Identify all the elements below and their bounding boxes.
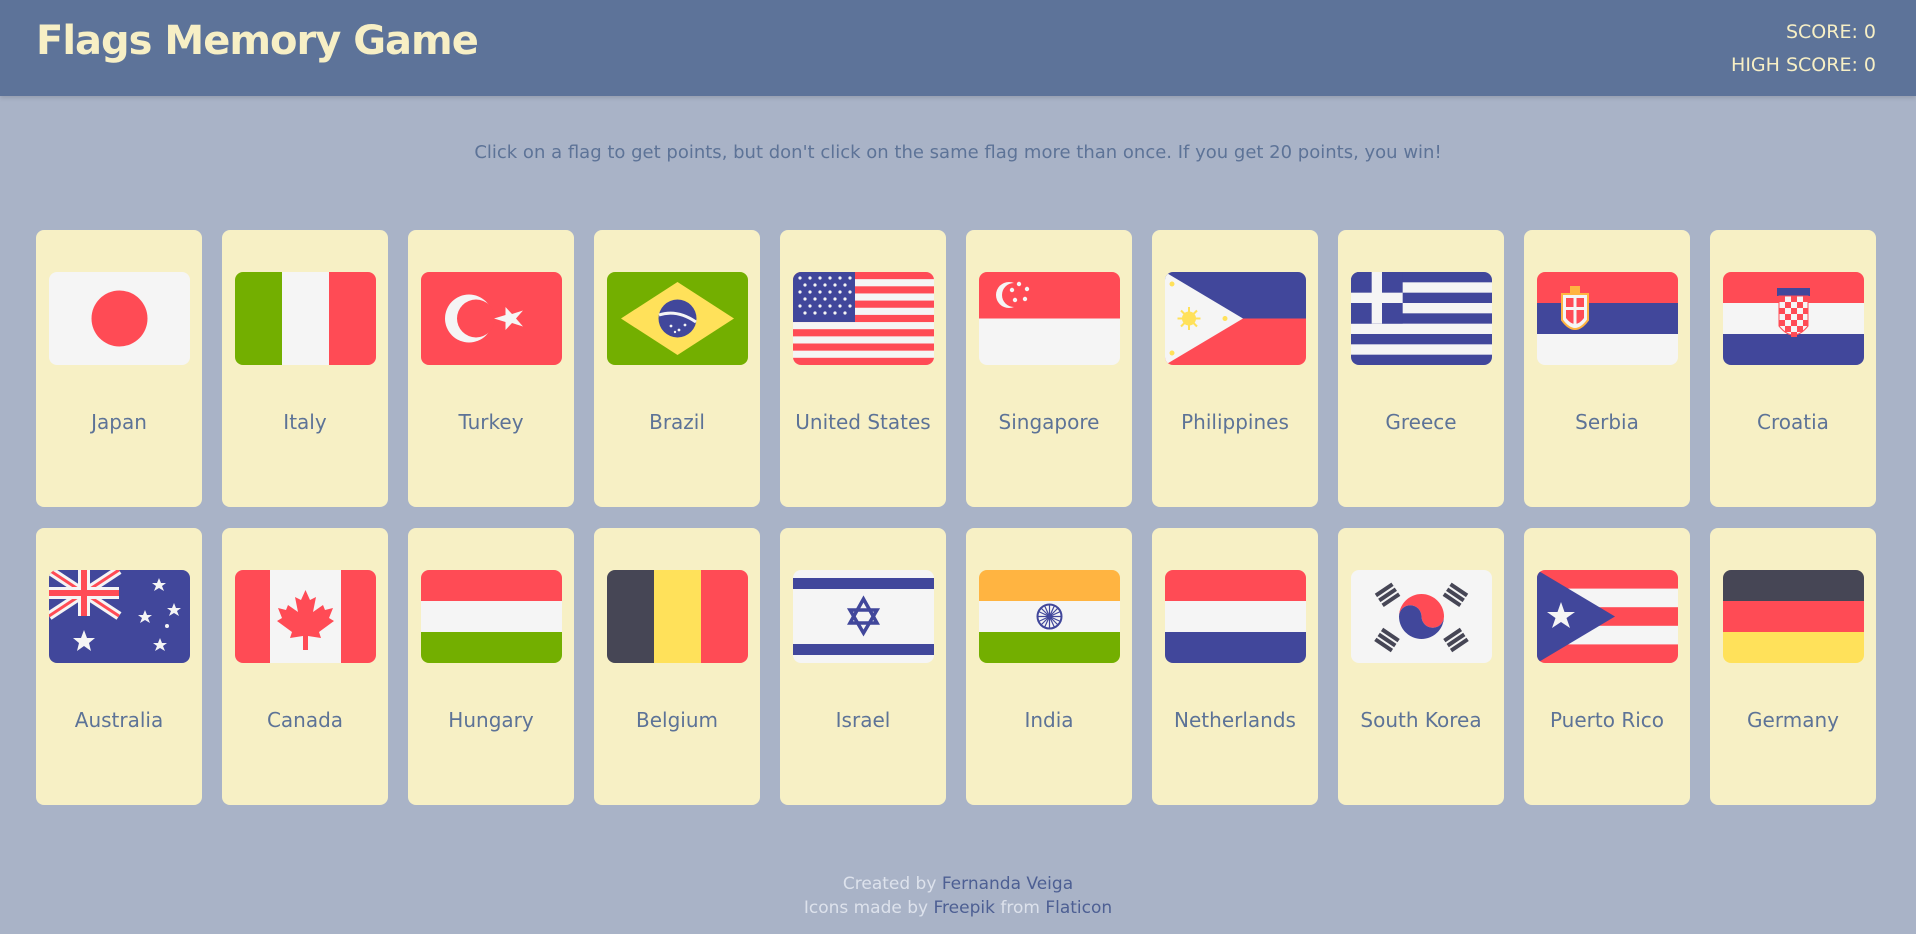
flag-card-label: Croatia bbox=[1757, 410, 1829, 434]
high-score-label: HIGH SCORE: 0 bbox=[1731, 54, 1876, 76]
flag-card-croatia[interactable]: Croatia bbox=[1710, 230, 1876, 507]
footer-credit-line: Created by Fernanda Veiga bbox=[0, 872, 1916, 896]
flag-card-label: Puerto Rico bbox=[1549, 708, 1665, 732]
flag-card-label: Greece bbox=[1385, 410, 1457, 434]
flag-card-label: Japan bbox=[91, 410, 147, 434]
flaticon-link[interactable]: Flaticon bbox=[1045, 898, 1112, 918]
flag-card-label: Philippines bbox=[1181, 410, 1289, 434]
flag-card-south-korea[interactable]: South Korea bbox=[1338, 528, 1504, 805]
score-panel: SCORE: 0 HIGH SCORE: 0 bbox=[1731, 16, 1876, 82]
flag-card-label: Serbia bbox=[1575, 410, 1639, 434]
united-states-flag-icon bbox=[793, 272, 934, 365]
flag-card-label: Belgium bbox=[636, 708, 718, 732]
flag-card-united-states[interactable]: United States bbox=[780, 230, 946, 507]
page-title: Flags Memory Game bbox=[36, 18, 479, 64]
flag-card-label: Turkey bbox=[458, 410, 524, 434]
flag-card-germany[interactable]: Germany bbox=[1710, 528, 1876, 805]
puerto-rico-flag-icon bbox=[1537, 570, 1678, 663]
israel-flag-icon bbox=[793, 570, 934, 663]
flag-card-canada[interactable]: Canada bbox=[222, 528, 388, 805]
flag-card-label: South Korea bbox=[1360, 708, 1482, 732]
hungary-flag-icon bbox=[421, 570, 562, 663]
flag-card-singapore[interactable]: Singapore bbox=[966, 230, 1132, 507]
flag-card-greece[interactable]: Greece bbox=[1338, 230, 1504, 507]
flag-card-label: Brazil bbox=[649, 410, 705, 434]
germany-flag-icon bbox=[1723, 570, 1864, 663]
india-flag-icon bbox=[979, 570, 1120, 663]
app-header: Flags Memory Game SCORE: 0 HIGH SCORE: 0 bbox=[0, 0, 1916, 96]
flag-card-label: United States bbox=[795, 410, 931, 434]
south-korea-flag-icon bbox=[1351, 570, 1492, 663]
flag-card-serbia[interactable]: Serbia bbox=[1524, 230, 1690, 507]
footer-icons-prefix: Icons made by bbox=[803, 898, 929, 918]
turkey-flag-icon bbox=[421, 272, 562, 365]
footer-created-prefix: Created by bbox=[842, 874, 937, 894]
flag-card-label: Germany bbox=[1747, 708, 1839, 732]
instructions-text: Click on a flag to get points, but don't… bbox=[474, 142, 1442, 163]
italy-flag-icon bbox=[235, 272, 376, 365]
flag-card-label: Singapore bbox=[998, 410, 1100, 434]
australia-flag-icon bbox=[49, 570, 190, 663]
flag-card-brazil[interactable]: Brazil bbox=[594, 230, 760, 507]
footer-icons-from: from bbox=[1000, 898, 1040, 918]
flag-card-japan[interactable]: Japan bbox=[36, 230, 202, 507]
canada-flag-icon bbox=[235, 570, 376, 663]
flag-card-philippines[interactable]: Philippines bbox=[1152, 230, 1318, 507]
brazil-flag-icon bbox=[607, 272, 748, 365]
flag-card-turkey[interactable]: Turkey bbox=[408, 230, 574, 507]
flag-card-label: Netherlands bbox=[1174, 708, 1296, 732]
score-label: SCORE: 0 bbox=[1785, 21, 1876, 43]
flag-card-india[interactable]: India bbox=[966, 528, 1132, 805]
greece-flag-icon bbox=[1351, 272, 1492, 365]
flag-card-label: Canada bbox=[266, 708, 344, 732]
croatia-flag-icon bbox=[1723, 272, 1864, 365]
flag-card-label: Australia bbox=[74, 708, 164, 732]
flag-card-grid: Japan Italy Turkey Brazil United States … bbox=[36, 230, 1876, 805]
page-footer: Created by Fernanda Veiga Icons made by … bbox=[0, 872, 1916, 920]
japan-flag-icon bbox=[49, 272, 190, 365]
footer-icons-credit-line: Icons made by Freepik from Flaticon bbox=[0, 896, 1916, 920]
belgium-flag-icon bbox=[607, 570, 748, 663]
singapore-flag-icon bbox=[979, 272, 1120, 365]
flag-card-puerto-rico[interactable]: Puerto Rico bbox=[1524, 528, 1690, 805]
flag-card-australia[interactable]: Australia bbox=[36, 528, 202, 805]
netherlands-flag-icon bbox=[1165, 570, 1306, 663]
flag-card-italy[interactable]: Italy bbox=[222, 230, 388, 507]
flag-card-belgium[interactable]: Belgium bbox=[594, 528, 760, 805]
flag-card-label: Israel bbox=[835, 708, 891, 732]
philippines-flag-icon bbox=[1165, 272, 1306, 365]
flag-card-israel[interactable]: Israel bbox=[780, 528, 946, 805]
flag-card-label: Hungary bbox=[448, 708, 534, 732]
serbia-flag-icon bbox=[1537, 272, 1678, 365]
flag-card-netherlands[interactable]: Netherlands bbox=[1152, 528, 1318, 805]
freepik-link[interactable]: Freepik bbox=[934, 898, 995, 918]
flag-card-label: India bbox=[1024, 708, 1074, 732]
author-link[interactable]: Fernanda Veiga bbox=[942, 874, 1073, 894]
flag-card-hungary[interactable]: Hungary bbox=[408, 528, 574, 805]
flag-card-label: Italy bbox=[283, 410, 327, 434]
